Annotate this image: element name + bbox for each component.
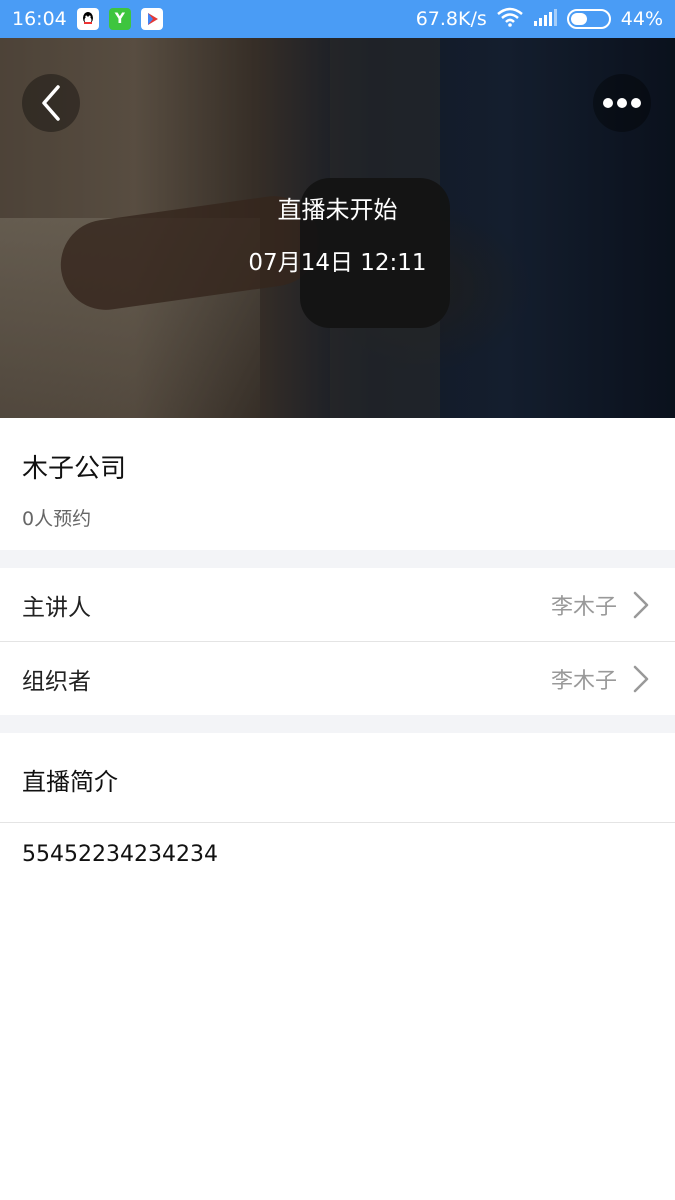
live-cover xyxy=(0,38,675,418)
qq-icon xyxy=(76,8,99,30)
speaker-name: 李木子 xyxy=(550,594,617,620)
live-title: 木子公司 xyxy=(22,454,127,484)
live-datetime: 07月14日 12:11 xyxy=(248,250,427,276)
speaker-label: 主讲人 xyxy=(22,594,91,621)
chevron-left-icon xyxy=(42,85,60,121)
organizer-name: 李木子 xyxy=(550,668,617,694)
battery-percent: 44% xyxy=(620,8,663,30)
status-bar: 16:04 Y 67.8K/s 44% xyxy=(0,0,675,38)
intro-heading: 直播简介 xyxy=(22,768,118,796)
net-speed: 67.8K/s xyxy=(415,8,487,30)
organizer-label: 组织者 xyxy=(22,668,91,695)
section-gap xyxy=(0,550,675,568)
live-info: 木子公司 0人预约 xyxy=(0,418,675,550)
speaker-row[interactable]: 主讲人 李木子 xyxy=(0,568,675,641)
chevron-right-icon xyxy=(633,665,649,692)
yunzhijia-icon: Y xyxy=(108,8,131,30)
signal-icon xyxy=(533,8,557,31)
status-time: 16:04 xyxy=(12,8,67,30)
play-icon xyxy=(140,8,163,30)
more-dots-icon xyxy=(603,98,641,108)
wifi-icon xyxy=(496,7,523,32)
live-status: 直播未开始 xyxy=(277,196,398,224)
organizer-row[interactable]: 组织者 李木子 xyxy=(0,642,675,715)
reservation-count: 0人预约 xyxy=(22,508,92,530)
back-button[interactable] xyxy=(22,74,80,132)
section-gap xyxy=(0,715,675,733)
intro-text: 55452234234234 xyxy=(22,842,218,867)
more-button[interactable] xyxy=(593,74,651,132)
chevron-right-icon xyxy=(633,591,649,618)
battery-icon xyxy=(566,9,611,29)
divider xyxy=(0,822,675,823)
